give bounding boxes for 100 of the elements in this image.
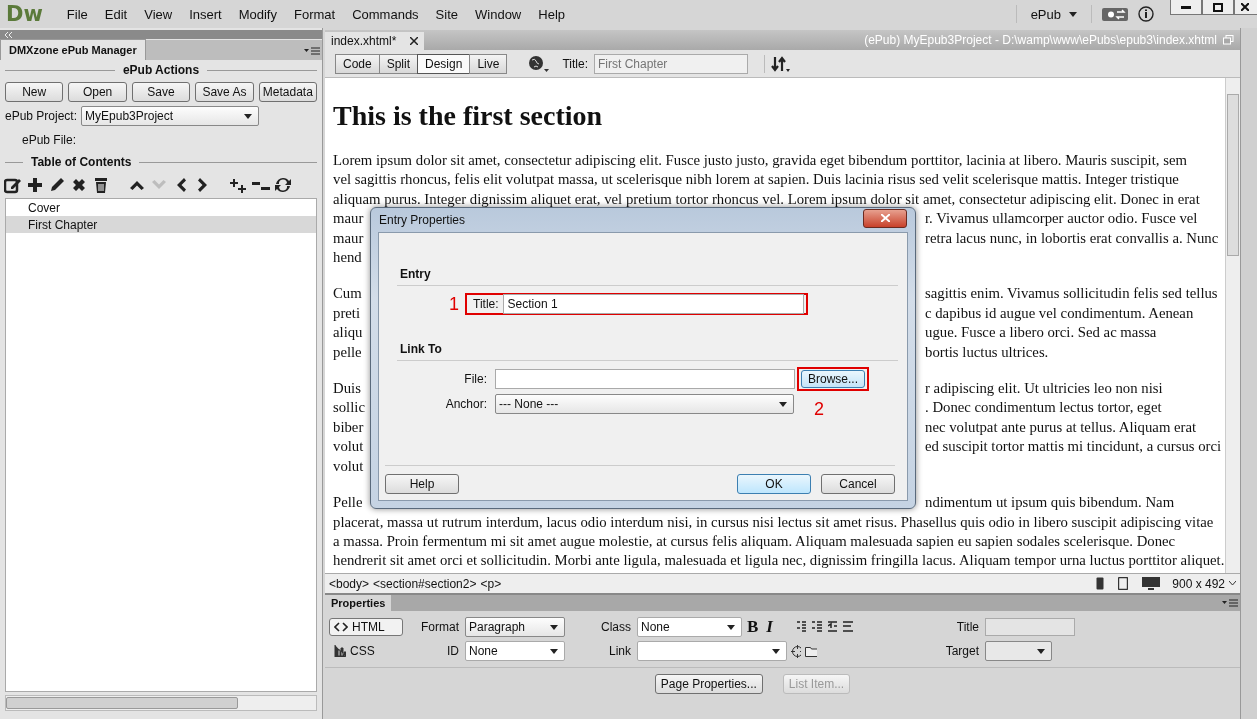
window-size[interactable]: 900 x 492 [1172,576,1225,591]
plus-icon[interactable] [26,176,44,194]
tablet-icon[interactable] [1118,577,1129,590]
action-button[interactable]: Metadata [258,82,318,102]
italic-button[interactable]: I [766,617,773,637]
outdent-icon[interactable] [827,621,838,633]
paragraph-line: vel sagittis rhoncus, felis elit volutpat massa, ut scelerisque nibh lorem at sapien. Duis lacinia risus sed velit scelerisque mattis. Integer tristique [333,170,1179,190]
paragraph-line: sollic [333,399,365,416]
refresh-icon[interactable] [274,176,292,194]
paragraph-line: pelle [333,343,362,360]
browse-button[interactable]: Browse... [801,370,865,388]
phone-icon[interactable] [1096,577,1105,590]
menu-item[interactable]: Commands [344,4,427,24]
paragraph-line: ugue. Fusce a libero orci. Sed ac massa [925,323,1157,343]
desktop-icon[interactable] [1142,577,1161,590]
close-icon[interactable] [410,37,419,45]
mode-toggle[interactable]: HTML [329,618,403,636]
collapse-icon[interactable] [4,31,13,38]
action-button[interactable]: New [5,82,64,102]
panel-menu-icon[interactable] [304,47,320,55]
project-dropdown[interactable]: MyEpub3Project [81,106,260,126]
dialog-button[interactable]: OK [737,474,811,494]
field-label: ID [446,644,459,658]
view-tab[interactable]: Code [335,53,380,74]
panel-button[interactable]: Page Properties... [654,674,763,694]
field-label: ePub File: [22,133,77,147]
paragraph-line: aliquam purus. Integer dignissim aliquet erat, vel pretium tortor rhoncus vel. Lorem ipsum dolor sit amet, consectetur adipiscing elit. Donec in erat [333,189,1200,209]
scrollbar[interactable] [5,695,317,711]
menu-item[interactable]: Site [427,4,466,24]
scrollbar[interactable] [1225,78,1240,573]
trash-icon[interactable] [92,176,110,194]
paragraph-line: ndimentum ut ipsum quis bibendum. Nam [925,493,1175,513]
sync-settings-icon[interactable] [1102,7,1128,21]
menu-item[interactable]: Window [467,4,530,24]
toc-item[interactable]: Cover [6,199,316,216]
menu-item[interactable]: Help [530,4,573,24]
menu-item[interactable]: Edit [96,4,136,24]
field-label: Link [608,644,631,658]
pencil-icon[interactable] [48,176,66,194]
menu-item[interactable]: Insert [181,4,230,24]
info-icon[interactable] [1138,6,1154,22]
dialog-button[interactable]: Cancel [821,474,895,494]
minimize-button[interactable] [1170,0,1202,15]
close-button[interactable] [863,208,907,228]
globe-icon[interactable] [528,54,551,73]
panel-menu-icon[interactable] [1222,599,1238,607]
indent-icon[interactable] [843,621,853,633]
mode-toggle[interactable]: CSS [329,642,403,660]
caret-icon [244,113,253,119]
toc-item[interactable]: First Chapter [6,216,316,233]
workspace-switcher[interactable]: ePub [1030,6,1061,22]
tag-selector[interactable]: <section#section2> [373,576,477,591]
action-button[interactable]: Save As [195,82,254,102]
section-heading: ePub Actions [122,63,200,77]
close-icon [880,214,890,222]
menu-item[interactable]: View [136,4,181,24]
format-dropdown[interactable]: Paragraph [465,617,565,637]
document-tab[interactable]: index.xhtml* [325,32,425,50]
caret-icon [772,648,781,654]
field-label: Class [600,620,631,634]
title-field[interactable] [985,618,1075,636]
paragraph-line: Cum [333,285,362,302]
chevron-down-icon[interactable] [1229,581,1236,586]
class-dropdown[interactable]: None [637,617,742,637]
menu-item[interactable]: Modify [230,4,285,24]
anchor-dropdown[interactable]: --- None --- [495,394,794,414]
crosshair-icon[interactable] [791,644,802,658]
paragraph-line: r. Vivamus ullamcorper auctor odio. Fusce vel [925,209,1198,229]
paragraph-line: Pelle [333,494,363,511]
paragraph-line: r adipiscing elit. Ut ultricies leo non nisi [925,379,1163,399]
id-dropdown[interactable]: None [465,641,565,661]
file-field[interactable] [495,369,795,389]
title-field[interactable]: Section 1 [502,294,804,314]
paragraph-line: Duis [333,380,361,397]
dialog-button[interactable]: Help [385,474,459,494]
view-tab[interactable]: Live [469,53,508,74]
panel-tab[interactable]: Properties [325,595,392,611]
bulleted-list-icon[interactable] [796,621,807,633]
numbered-list-icon[interactable] [812,621,822,633]
tag-selector[interactable]: <body> [329,576,370,591]
title-field[interactable]: First Chapter [593,53,748,74]
view-tab[interactable]: Design [417,53,471,74]
add-child-icon[interactable] [230,176,248,194]
paragraph-line: ed suscipit tortor mattis mi tincidunt, a cursus orci [925,437,1222,457]
document-path: (ePub) MyEpub3Project - D:\wamp\www\ePubs\epub3\index.xhtml [864,33,1217,47]
action-button[interactable]: Save [131,82,191,102]
edit-icon[interactable] [4,176,22,194]
bold-button[interactable]: B [747,617,759,637]
folder-icon[interactable] [805,645,817,657]
target-dropdown[interactable] [985,641,1052,661]
maximize-button[interactable] [1202,0,1234,15]
paragraph-line: . Donec condimentum lectus tortor, eget [925,398,1162,418]
close-button[interactable] [1234,0,1257,15]
tag-selector[interactable]: <p> [480,576,502,591]
panel-tab[interactable]: DMXzone ePub Manager [0,39,146,60]
menu-item[interactable]: File [58,4,96,24]
view-tab[interactable]: Split [378,53,419,74]
menu-item[interactable]: Format [285,4,344,24]
callout-number: 1 [448,293,460,315]
action-button[interactable]: Open [68,82,127,102]
